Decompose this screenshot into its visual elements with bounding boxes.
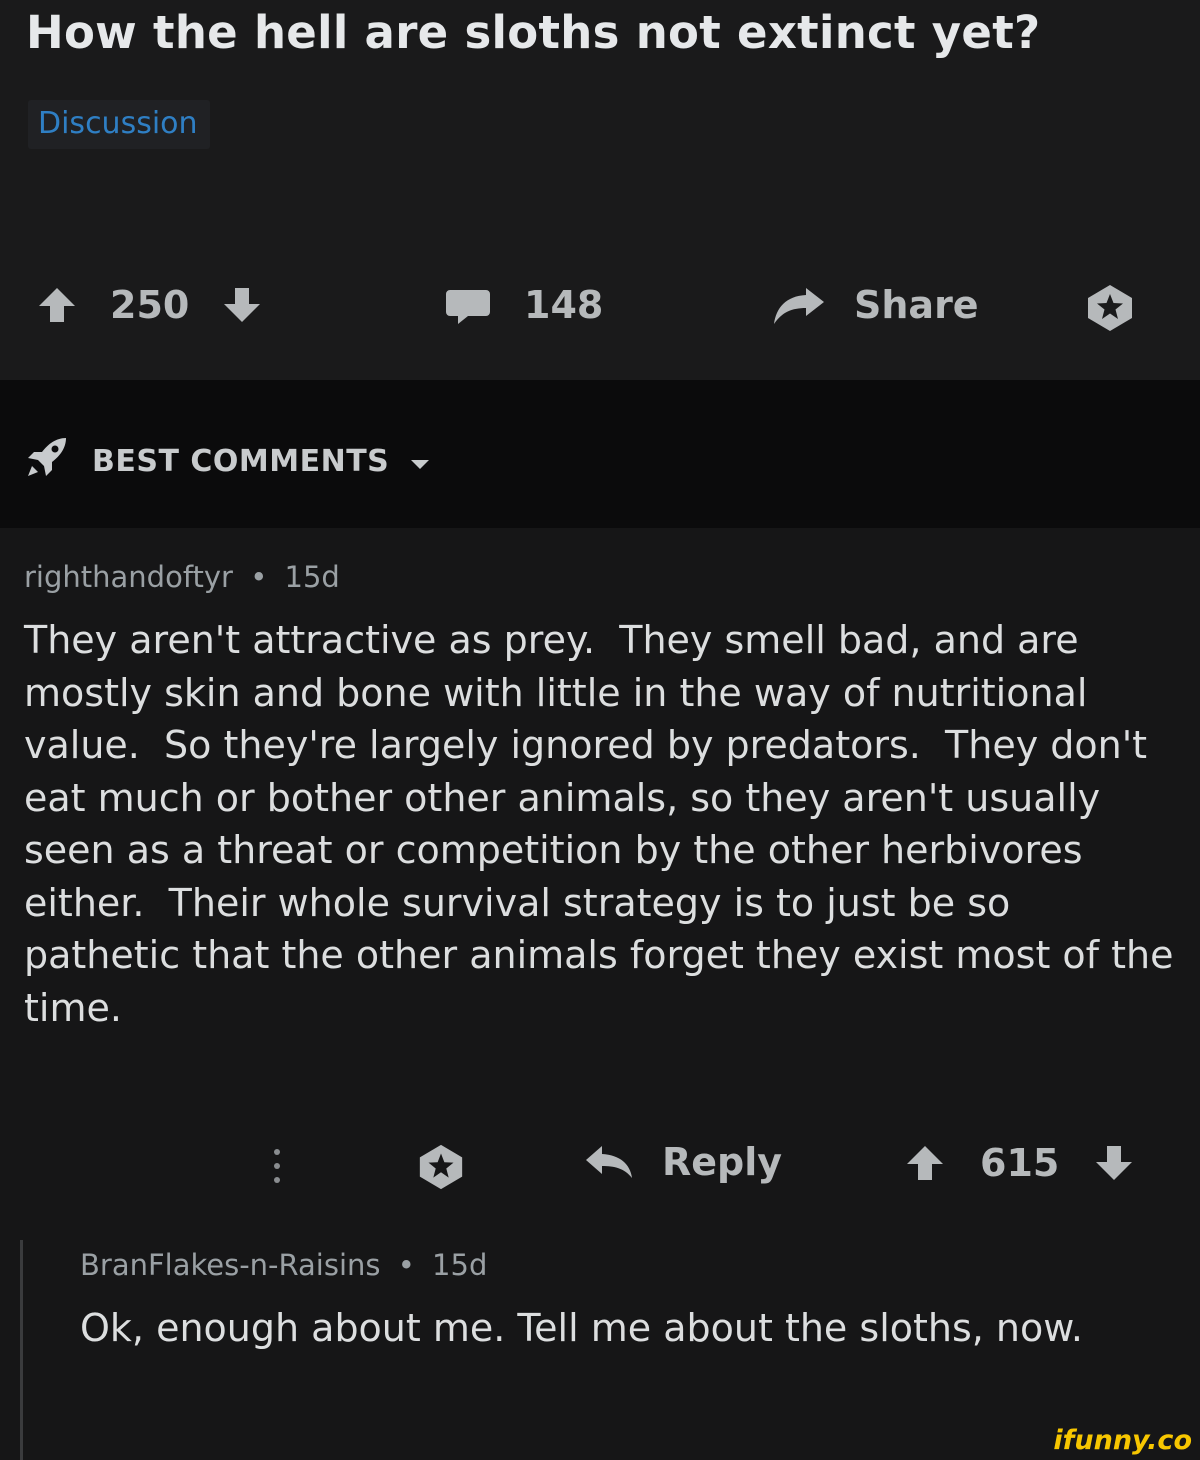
sort-label: BEST COMMENTS (92, 443, 390, 479)
comment-count: 148 (524, 283, 604, 327)
comment-body: They aren't attractive as prey. They sme… (24, 618, 1186, 1030)
comment-upvote-icon[interactable] (902, 1140, 948, 1186)
comment-author[interactable]: righthandoftyr (24, 560, 233, 594)
comment-action-bar: Reply 615 (0, 1138, 1200, 1198)
chevron-down-icon (409, 444, 431, 479)
downvote-icon[interactable] (219, 282, 265, 328)
post-title: How the hell are sloths not extinct yet? (26, 6, 1041, 59)
meta-separator: • (397, 1248, 415, 1282)
reply-body: Ok, enough about me. Tell me about the s… (80, 1306, 1083, 1350)
reply-label: Reply (662, 1140, 783, 1184)
comment-meta: righthandoftyr • 15d (24, 560, 340, 594)
reply-button[interactable]: Reply (584, 1140, 782, 1184)
post-header: How the hell are sloths not extinct yet?… (0, 0, 1200, 380)
meta-separator: • (250, 560, 268, 594)
rocket-icon (26, 436, 72, 486)
post-flair[interactable]: Discussion (28, 100, 210, 149)
award-button[interactable] (1084, 282, 1136, 334)
share-label: Share (854, 283, 979, 327)
award-icon (1084, 282, 1136, 334)
more-options-icon[interactable] (262, 1144, 292, 1192)
ifunny-watermark: ifunny.co (1053, 1425, 1192, 1456)
comments-section: righthandoftyr • 15d They aren't attract… (0, 528, 1200, 1460)
reply-thread-line[interactable] (20, 1240, 23, 1460)
sort-dropdown[interactable]: BEST COMMENTS (26, 436, 431, 486)
post-score: 250 (110, 283, 190, 327)
comment-vote-group: 615 (902, 1140, 1137, 1186)
comment-score: 615 (980, 1141, 1060, 1185)
vote-group: 250 (34, 282, 265, 328)
upvote-icon[interactable] (34, 282, 80, 328)
reply-meta: BranFlakes-n-Raisins • 15d (80, 1248, 487, 1282)
sort-bar: BEST COMMENTS (0, 380, 1200, 528)
share-button[interactable]: Share (770, 282, 979, 328)
reply-age: 15d (432, 1248, 488, 1282)
post-action-bar: 250 148 Share (0, 270, 1200, 350)
comment-award-icon[interactable] (416, 1142, 466, 1196)
comment-icon (444, 282, 492, 328)
reply-icon (584, 1142, 634, 1182)
comments-button[interactable]: 148 (444, 282, 603, 328)
comment-age: 15d (284, 560, 340, 594)
reply-author[interactable]: BranFlakes-n-Raisins (80, 1248, 381, 1282)
share-icon (770, 282, 826, 328)
comment-downvote-icon[interactable] (1091, 1140, 1137, 1186)
